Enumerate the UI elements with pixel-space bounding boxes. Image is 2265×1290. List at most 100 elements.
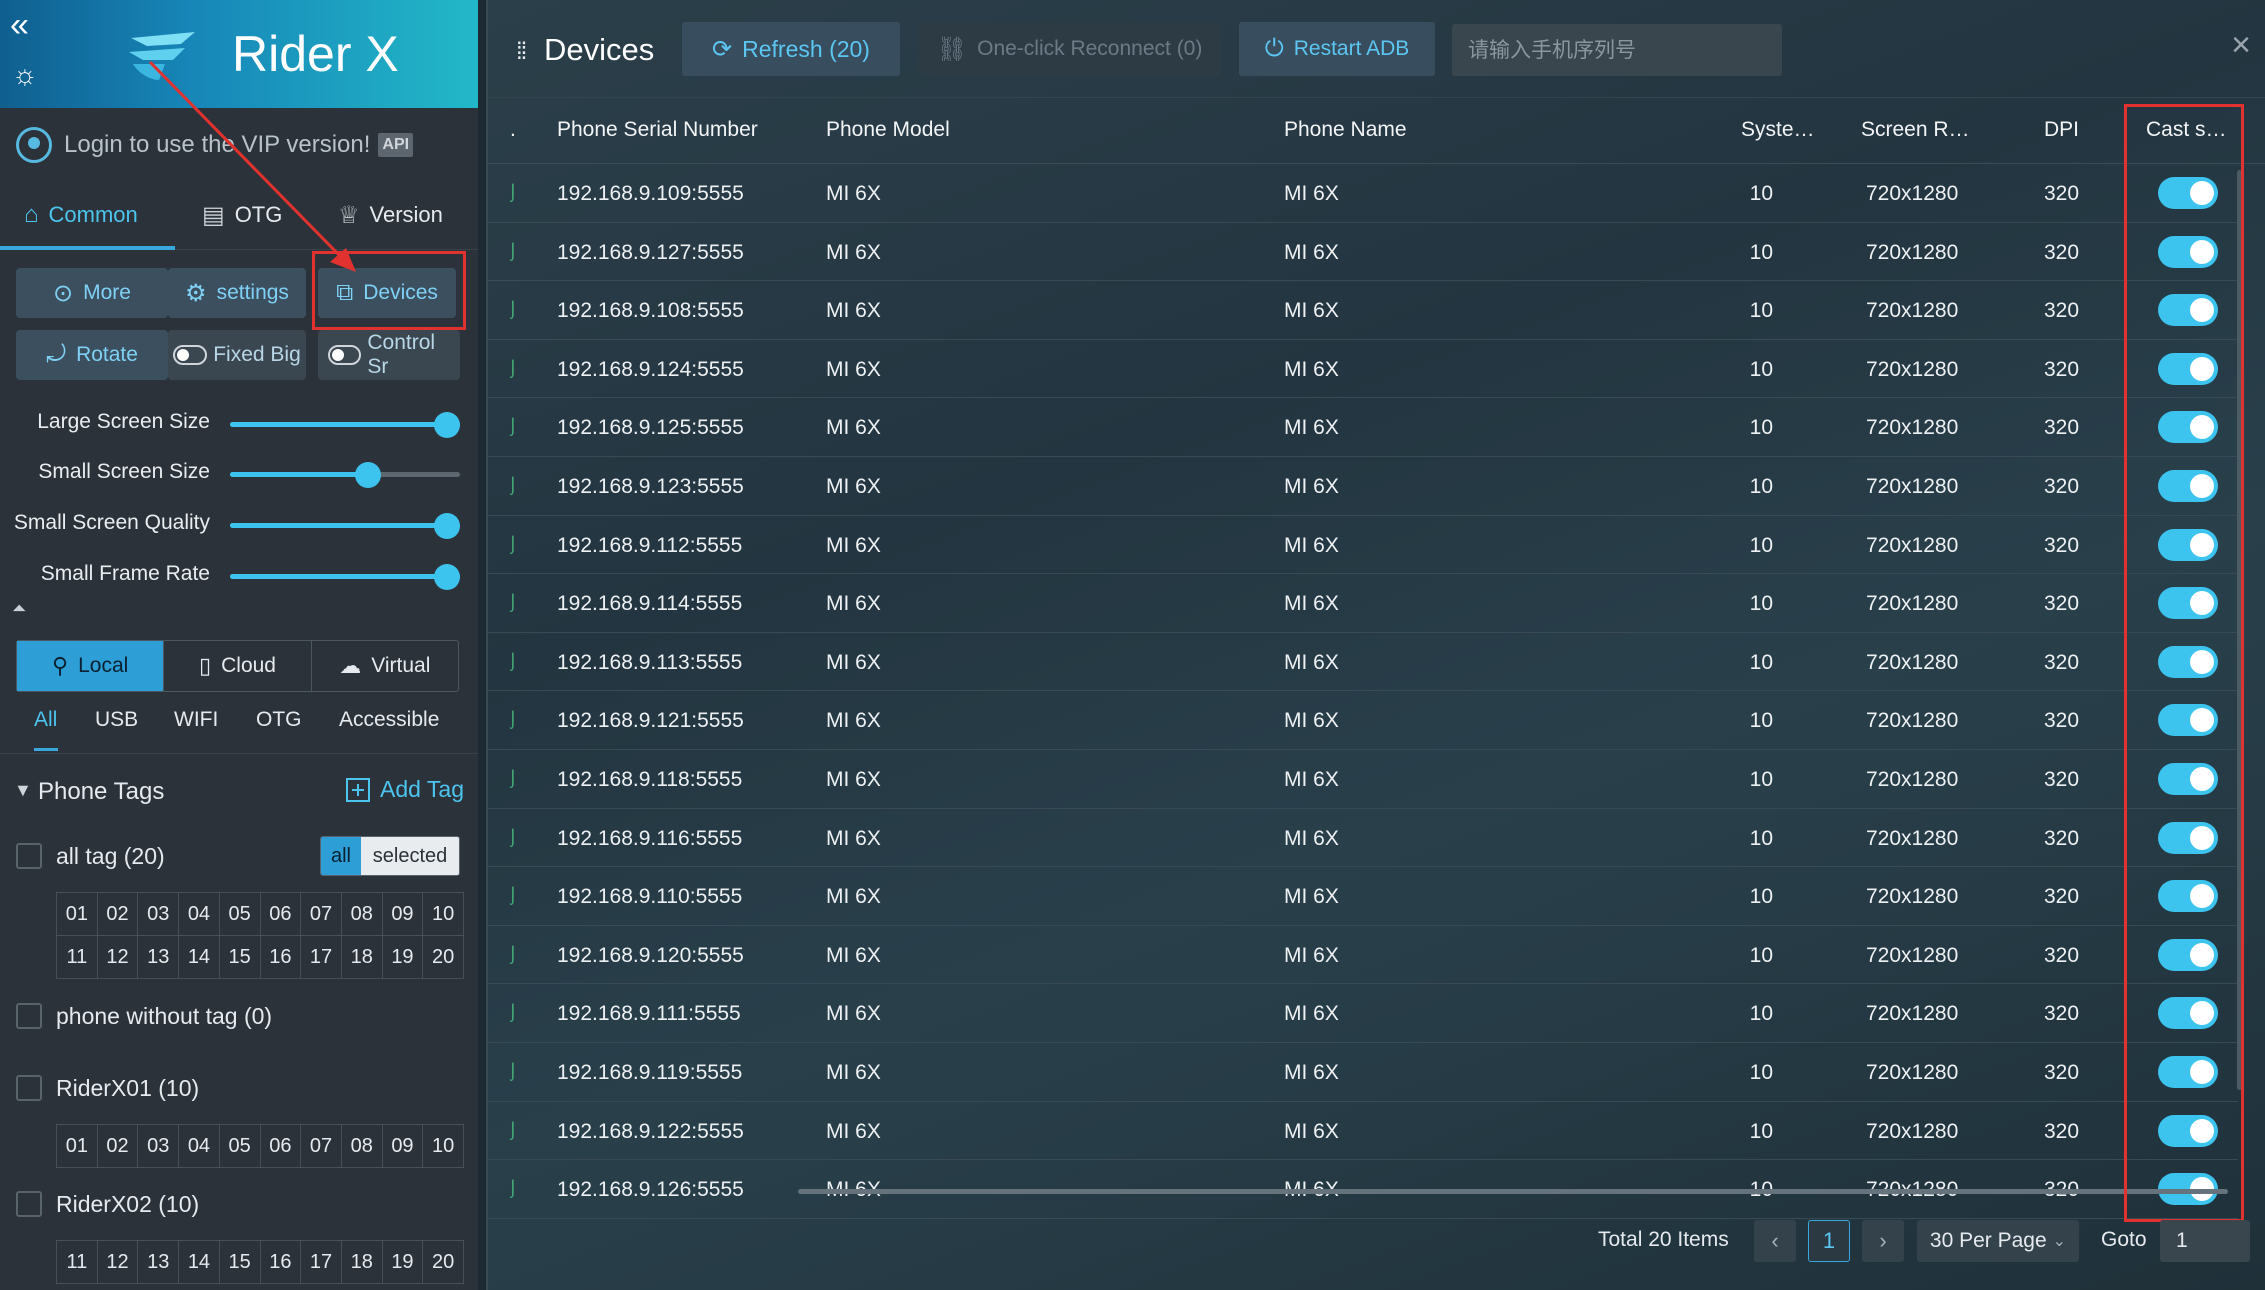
settings-button[interactable]: ⚙ settings — [168, 268, 306, 318]
all-tag-row[interactable]: all tag (20) — [16, 836, 165, 876]
col-serial[interactable]: Phone Serial Number — [557, 118, 758, 142]
table-row[interactable]: ⌡ 192.168.9.109:5555 MI 6X MI 6X 10 720x1280 3… — [488, 164, 2238, 223]
table-row[interactable]: ⌡ 192.168.9.111:5555 MI 6X MI 6X 10 720x1280 3… — [488, 984, 2238, 1043]
cast-switch[interactable] — [2158, 528, 2218, 561]
cast-switch[interactable] — [2158, 294, 2218, 327]
more-button[interactable]: ⊙ More — [16, 268, 168, 318]
cast-switch[interactable] — [2158, 704, 2218, 737]
conn-tab-all[interactable]: All — [34, 708, 57, 732]
tag-number-cell[interactable]: 01 — [57, 1125, 98, 1168]
conn-tab-otg[interactable]: OTG — [256, 708, 302, 732]
cast-switch[interactable] — [2158, 997, 2218, 1030]
checkbox[interactable] — [16, 843, 42, 869]
tag-number-cell[interactable]: 10 — [423, 1125, 464, 1168]
selected-button[interactable]: selected — [361, 837, 459, 875]
collapse-up-icon[interactable]: ⏶ — [12, 598, 26, 619]
table-row[interactable]: ⌡ 192.168.9.123:5555 MI 6X MI 6X 10 720x1280 3… — [488, 457, 2238, 516]
drag-grip-icon[interactable]: ⁞⁞ — [516, 38, 527, 66]
col-resolution[interactable]: Screen R… — [1861, 118, 1970, 142]
tag-number-cell[interactable]: 09 — [382, 1125, 424, 1168]
tag-number-cell[interactable]: 12 — [97, 936, 139, 979]
tag-number-cell[interactable]: 19 — [382, 936, 424, 979]
table-row[interactable]: ⌡ 192.168.9.125:5555 MI 6X MI 6X 10 720x1280 3… — [488, 398, 2238, 457]
collapse-sidebar-icon[interactable]: « — [10, 8, 29, 42]
tab-otg[interactable]: ▤ OTG — [202, 180, 282, 250]
tag-number-cell[interactable]: 04 — [179, 1125, 220, 1168]
conn-tab-usb[interactable]: USB — [95, 708, 138, 732]
cast-switch[interactable] — [2158, 821, 2218, 854]
tag-number-cell[interactable]: 11 — [57, 1241, 98, 1284]
table-row[interactable]: ⌡ 192.168.9.112:5555 MI 6X MI 6X 10 720x1280 3… — [488, 516, 2238, 575]
tab-local[interactable]: ⚲ Local — [17, 641, 165, 691]
tag-number-cell[interactable]: 17 — [301, 936, 342, 979]
vertical-scrollbar[interactable] — [2237, 170, 2242, 1090]
tag-number-cell[interactable]: 16 — [260, 936, 302, 979]
conn-tab-accessible[interactable]: Accessible — [339, 708, 439, 732]
tag-number-cell[interactable]: 15 — [219, 936, 261, 979]
tag-number-cell[interactable]: 08 — [341, 893, 383, 936]
tag-number-cell[interactable]: 04 — [179, 893, 220, 936]
tag-number-cell[interactable]: 01 — [57, 893, 98, 936]
tag-number-cell[interactable]: 11 — [57, 936, 98, 979]
slider-track[interactable] — [230, 462, 460, 488]
slider-knob[interactable] — [355, 462, 381, 488]
restart-adb-button[interactable]: ⏻ Restart ADB — [1239, 22, 1435, 76]
per-page-select[interactable]: 30 Per Page ⌄ — [1917, 1220, 2079, 1262]
table-row[interactable]: ⌡ 192.168.9.120:5555 MI 6X MI 6X 10 720x1280 3… — [488, 926, 2238, 985]
cast-switch[interactable] — [2158, 411, 2218, 444]
slider-track[interactable] — [230, 564, 460, 590]
tag-number-cell[interactable]: 16 — [260, 1241, 302, 1284]
tab-common[interactable]: ⌂ Common — [24, 180, 138, 250]
tag-number-cell[interactable]: 12 — [97, 1241, 139, 1284]
col-dpi[interactable]: DPI — [2044, 118, 2079, 142]
tag-number-cell[interactable]: 02 — [97, 893, 139, 936]
table-row[interactable]: ⌡ 192.168.9.124:5555 MI 6X MI 6X 10 720x1280 3… — [488, 340, 2238, 399]
tag-number-cell[interactable]: 18 — [341, 936, 383, 979]
next-page-button[interactable]: › — [1862, 1220, 1904, 1262]
group-riderx01-row[interactable]: RiderX01 (10) — [16, 1068, 199, 1108]
tab-virtual[interactable]: ☁ Virtual — [312, 641, 458, 691]
slider-track[interactable] — [230, 513, 460, 539]
tag-number-cell[interactable]: 06 — [260, 893, 302, 936]
goto-page-input[interactable] — [2160, 1220, 2250, 1262]
table-row[interactable]: ⌡ 192.168.9.108:5555 MI 6X MI 6X 10 720x1280 3… — [488, 281, 2238, 340]
cast-switch[interactable] — [2158, 938, 2218, 971]
table-row[interactable]: ⌡ 192.168.9.118:5555 MI 6X MI 6X 10 720x1280 3… — [488, 750, 2238, 809]
table-row[interactable]: ⌡ 192.168.9.114:5555 MI 6X MI 6X 10 720x1280 3… — [488, 574, 2238, 633]
tag-number-cell[interactable]: 02 — [97, 1125, 139, 1168]
refresh-button[interactable]: ⟳ Refresh (20) — [682, 22, 900, 76]
tag-number-cell[interactable]: 08 — [341, 1125, 383, 1168]
prev-page-button[interactable]: ‹ — [1754, 1220, 1796, 1262]
add-tag-button[interactable]: Add Tag — [346, 776, 464, 803]
cast-switch[interactable] — [2158, 352, 2218, 385]
tag-number-cell[interactable]: 06 — [260, 1125, 302, 1168]
col-cast[interactable]: Cast s… — [2146, 118, 2227, 142]
tag-number-cell[interactable]: 18 — [341, 1241, 383, 1284]
cast-switch[interactable] — [2158, 763, 2218, 795]
tag-number-cell[interactable]: 10 — [423, 893, 464, 936]
cast-switch[interactable] — [2158, 1056, 2218, 1088]
all-button[interactable]: all — [321, 837, 361, 875]
devices-button[interactable]: ⧉ Devices — [318, 268, 456, 318]
tag-number-cell[interactable]: 07 — [301, 893, 342, 936]
tag-number-cell[interactable]: 09 — [382, 893, 424, 936]
cast-switch[interactable] — [2158, 1114, 2218, 1147]
cast-switch[interactable] — [2158, 235, 2218, 268]
serial-search-input[interactable] — [1452, 24, 1782, 76]
col-system[interactable]: Syste… — [1741, 118, 1815, 142]
tab-version[interactable]: ♕ Version — [338, 180, 443, 250]
fixed-big-toggle[interactable]: Fixed Big — [168, 330, 306, 380]
page-1-button[interactable]: 1 — [1808, 1220, 1850, 1262]
table-row[interactable]: ⌡ 192.168.9.121:5555 MI 6X MI 6X 10 720x1280 3… — [488, 691, 2238, 750]
tag-number-cell[interactable]: 17 — [301, 1241, 342, 1284]
table-row[interactable]: ⌡ 192.168.9.110:5555 MI 6X MI 6X 10 720x1280 3… — [488, 867, 2238, 926]
checkbox[interactable] — [16, 1075, 42, 1101]
cast-switch[interactable] — [2158, 177, 2218, 209]
tag-number-cell[interactable]: 03 — [138, 1125, 180, 1168]
tag-number-cell[interactable]: 15 — [219, 1241, 261, 1284]
rotate-button[interactable]: ⤾ Rotate — [16, 330, 168, 380]
table-row[interactable]: ⌡ 192.168.9.119:5555 MI 6X MI 6X 10 720x1280 3… — [488, 1043, 2238, 1102]
reconnect-button[interactable]: ⛓ One-click Reconnect (0) — [918, 22, 1221, 76]
tag-number-cell[interactable]: 14 — [179, 1241, 220, 1284]
tag-number-cell[interactable]: 13 — [138, 936, 180, 979]
